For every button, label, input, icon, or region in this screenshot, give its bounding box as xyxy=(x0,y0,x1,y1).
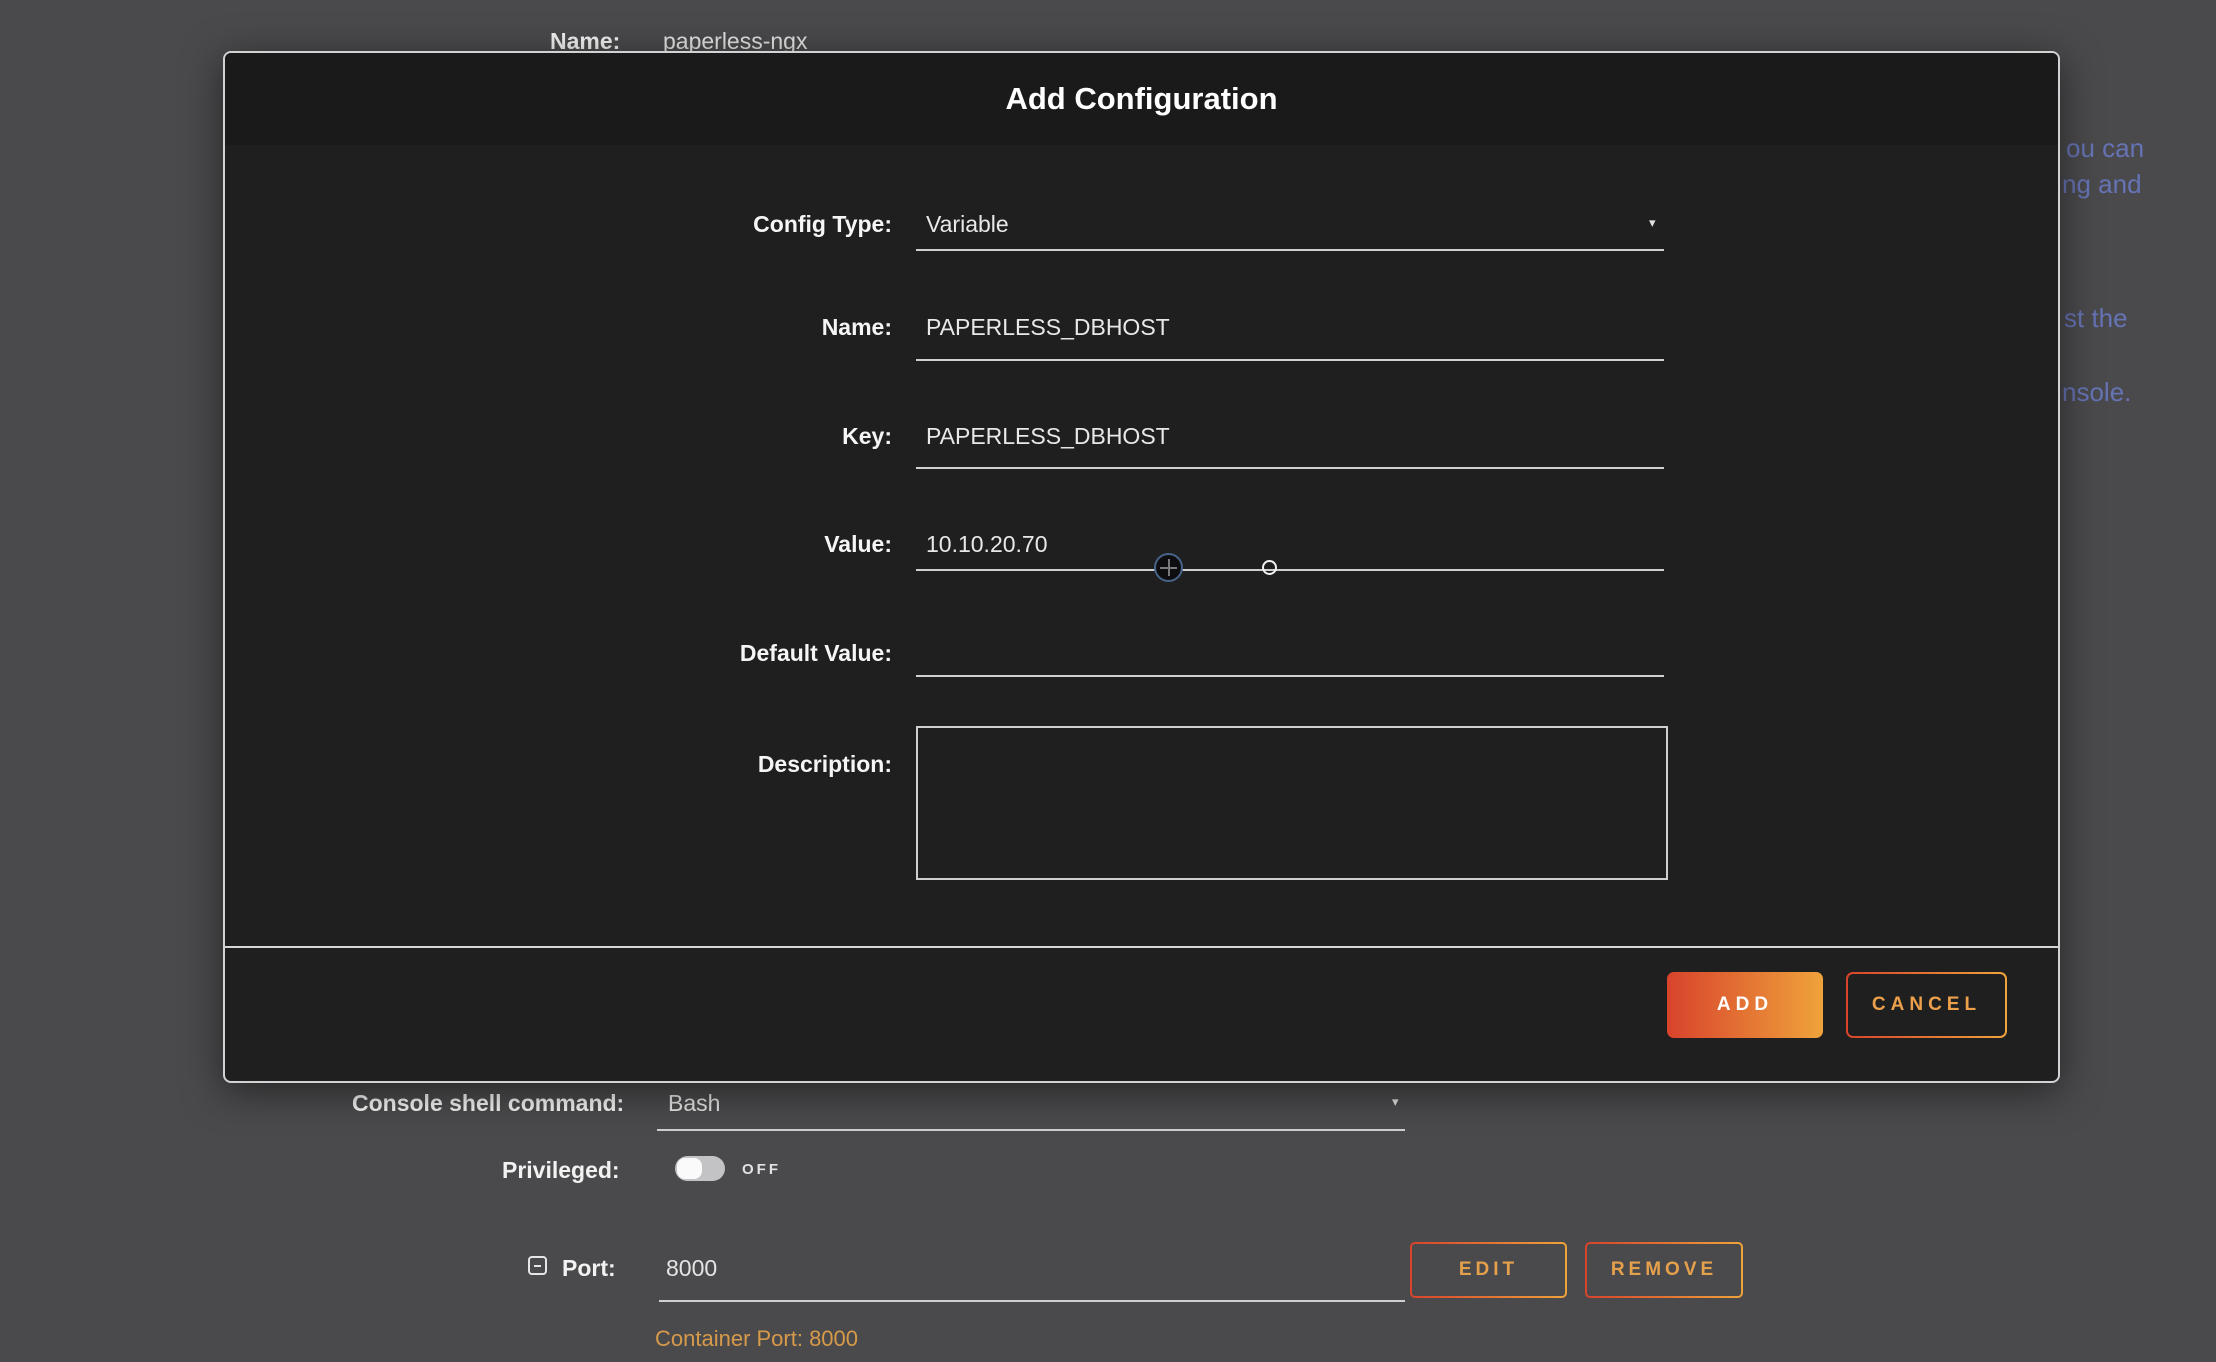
port-value[interactable]: 8000 xyxy=(666,1255,717,1282)
name-input[interactable]: PAPERLESS_DBHOST xyxy=(926,314,1170,341)
add-button[interactable]: ADD xyxy=(1667,972,1823,1038)
description-textarea[interactable] xyxy=(916,726,1668,880)
dialog-header: Add Configuration xyxy=(225,53,2058,145)
add-configuration-dialog: Add Configuration Config Type: Variable … xyxy=(223,51,2060,1083)
move-cursor-icon xyxy=(1154,553,1183,582)
key-input[interactable]: PAPERLESS_DBHOST xyxy=(926,423,1170,450)
config-type-select[interactable]: Variable xyxy=(926,211,1009,238)
key-underline xyxy=(916,467,1664,469)
help-text-fragment: st the xyxy=(2064,304,2128,333)
description-label: Description: xyxy=(292,751,892,778)
name-underline xyxy=(916,359,1664,361)
click-indicator-icon xyxy=(1262,560,1277,575)
screen: Name: paperless-ngx ou can ng and st the… xyxy=(0,0,2216,1362)
port-underline xyxy=(659,1300,1405,1302)
chevron-down-icon[interactable]: ▾ xyxy=(1392,1094,1399,1110)
privileged-toggle[interactable] xyxy=(675,1156,725,1181)
chevron-down-icon[interactable]: ▾ xyxy=(1649,215,1656,231)
remove-button[interactable]: REMOVE xyxy=(1585,1242,1743,1298)
container-port-text: Container Port: 8000 xyxy=(655,1326,858,1352)
default-value-underline xyxy=(916,675,1664,677)
value-label: Value: xyxy=(292,531,892,558)
dialog-title: Add Configuration xyxy=(1005,81,1277,117)
config-type-underline xyxy=(916,249,1664,251)
port-label: Port: xyxy=(562,1255,616,1282)
help-text-fragment: nsole. xyxy=(2062,378,2131,407)
console-shell-command-select[interactable]: Bash xyxy=(668,1090,720,1117)
help-text-fragment: ou can xyxy=(2066,134,2144,163)
edit-button[interactable]: EDIT xyxy=(1410,1242,1567,1298)
console-shell-command-underline xyxy=(657,1129,1405,1131)
privileged-label: Privileged: xyxy=(502,1157,620,1184)
help-text-fragment: ng and xyxy=(2062,170,2142,199)
config-type-label: Config Type: xyxy=(292,211,892,238)
default-value-label: Default Value: xyxy=(292,640,892,667)
privileged-toggle-state: OFF xyxy=(742,1161,781,1178)
key-label: Key: xyxy=(292,423,892,450)
name-label: Name: xyxy=(292,314,892,341)
console-shell-command-label: Console shell command: xyxy=(352,1090,624,1117)
footer-divider xyxy=(225,946,2058,948)
value-input[interactable]: 10.10.20.70 xyxy=(926,531,1048,558)
cancel-button[interactable]: CANCEL xyxy=(1846,972,2007,1038)
collapse-minus-icon[interactable] xyxy=(528,1256,547,1275)
value-underline xyxy=(916,569,1664,571)
toggle-knob xyxy=(677,1158,702,1179)
